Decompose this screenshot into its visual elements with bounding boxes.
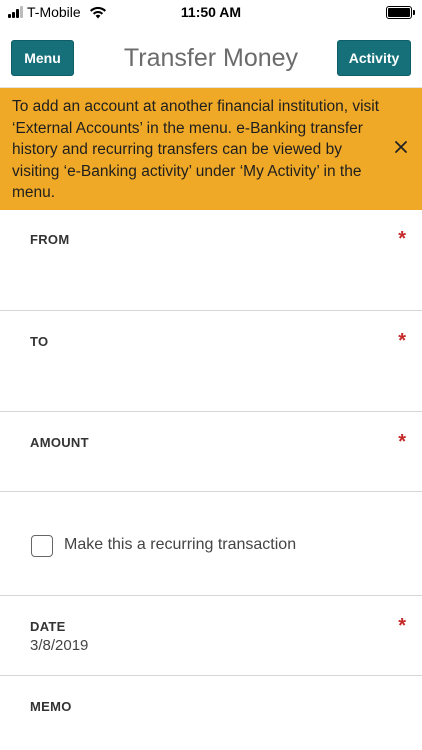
required-marker: *	[398, 431, 406, 453]
to-label: TO	[30, 334, 49, 349]
from-field[interactable]: FROM *	[0, 210, 422, 311]
from-label: FROM	[30, 232, 70, 247]
activity-button[interactable]: Activity	[337, 40, 411, 76]
recurring-row: Make this a recurring transaction	[0, 493, 422, 596]
amount-label: AMOUNT	[30, 435, 89, 450]
banner-text: To add an account at another financial i…	[12, 98, 380, 201]
signal-icon	[8, 6, 23, 18]
memo-field[interactable]: MEMO	[0, 677, 422, 750]
memo-label: MEMO	[30, 699, 72, 714]
required-marker: *	[398, 228, 406, 250]
app-header: Menu Transfer Money Activity	[0, 26, 422, 88]
status-bar: T-Mobile 11:50 AM	[0, 0, 422, 26]
status-left: T-Mobile	[8, 4, 107, 20]
required-marker: *	[398, 615, 406, 637]
recurring-checkbox[interactable]	[31, 535, 53, 557]
date-field[interactable]: DATE * 3/8/2019	[0, 597, 422, 676]
battery-icon	[386, 6, 415, 19]
battery-fill	[388, 8, 410, 17]
close-icon[interactable]	[392, 138, 410, 156]
amount-field[interactable]: AMOUNT *	[0, 413, 422, 492]
date-value: 3/8/2019	[30, 637, 89, 654]
recurring-label[interactable]: Make this a recurring transaction	[64, 536, 296, 554]
required-marker: *	[398, 330, 406, 352]
to-field[interactable]: TO *	[0, 312, 422, 412]
info-banner: To add an account at another financial i…	[0, 88, 422, 210]
date-label: DATE	[30, 619, 66, 634]
carrier-name: T-Mobile	[27, 4, 81, 20]
wifi-icon	[89, 6, 106, 18]
